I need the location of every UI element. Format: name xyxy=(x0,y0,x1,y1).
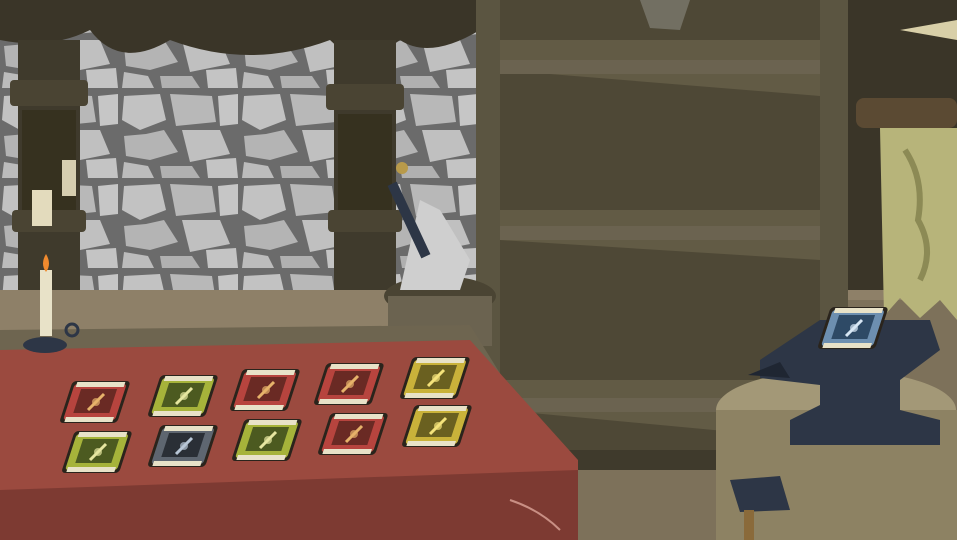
card-slot-7[interactable] xyxy=(148,424,220,470)
scene-background xyxy=(0,0,957,540)
middle-pillar xyxy=(322,40,408,320)
card-slot-1[interactable] xyxy=(60,380,132,426)
card-slot-2[interactable] xyxy=(148,374,220,420)
card-slot-3[interactable] xyxy=(230,368,302,414)
card-slot-4[interactable] xyxy=(314,362,386,408)
card-slot-8[interactable] xyxy=(232,418,304,464)
card-slot-10[interactable] xyxy=(402,404,474,450)
card-slot-9[interactable] xyxy=(318,412,390,458)
workshop-scene xyxy=(0,0,957,540)
card-slot-6[interactable] xyxy=(62,430,134,476)
hammer-icon xyxy=(730,476,790,512)
anvil-card[interactable] xyxy=(818,306,890,356)
card-slot-5[interactable] xyxy=(400,356,472,402)
